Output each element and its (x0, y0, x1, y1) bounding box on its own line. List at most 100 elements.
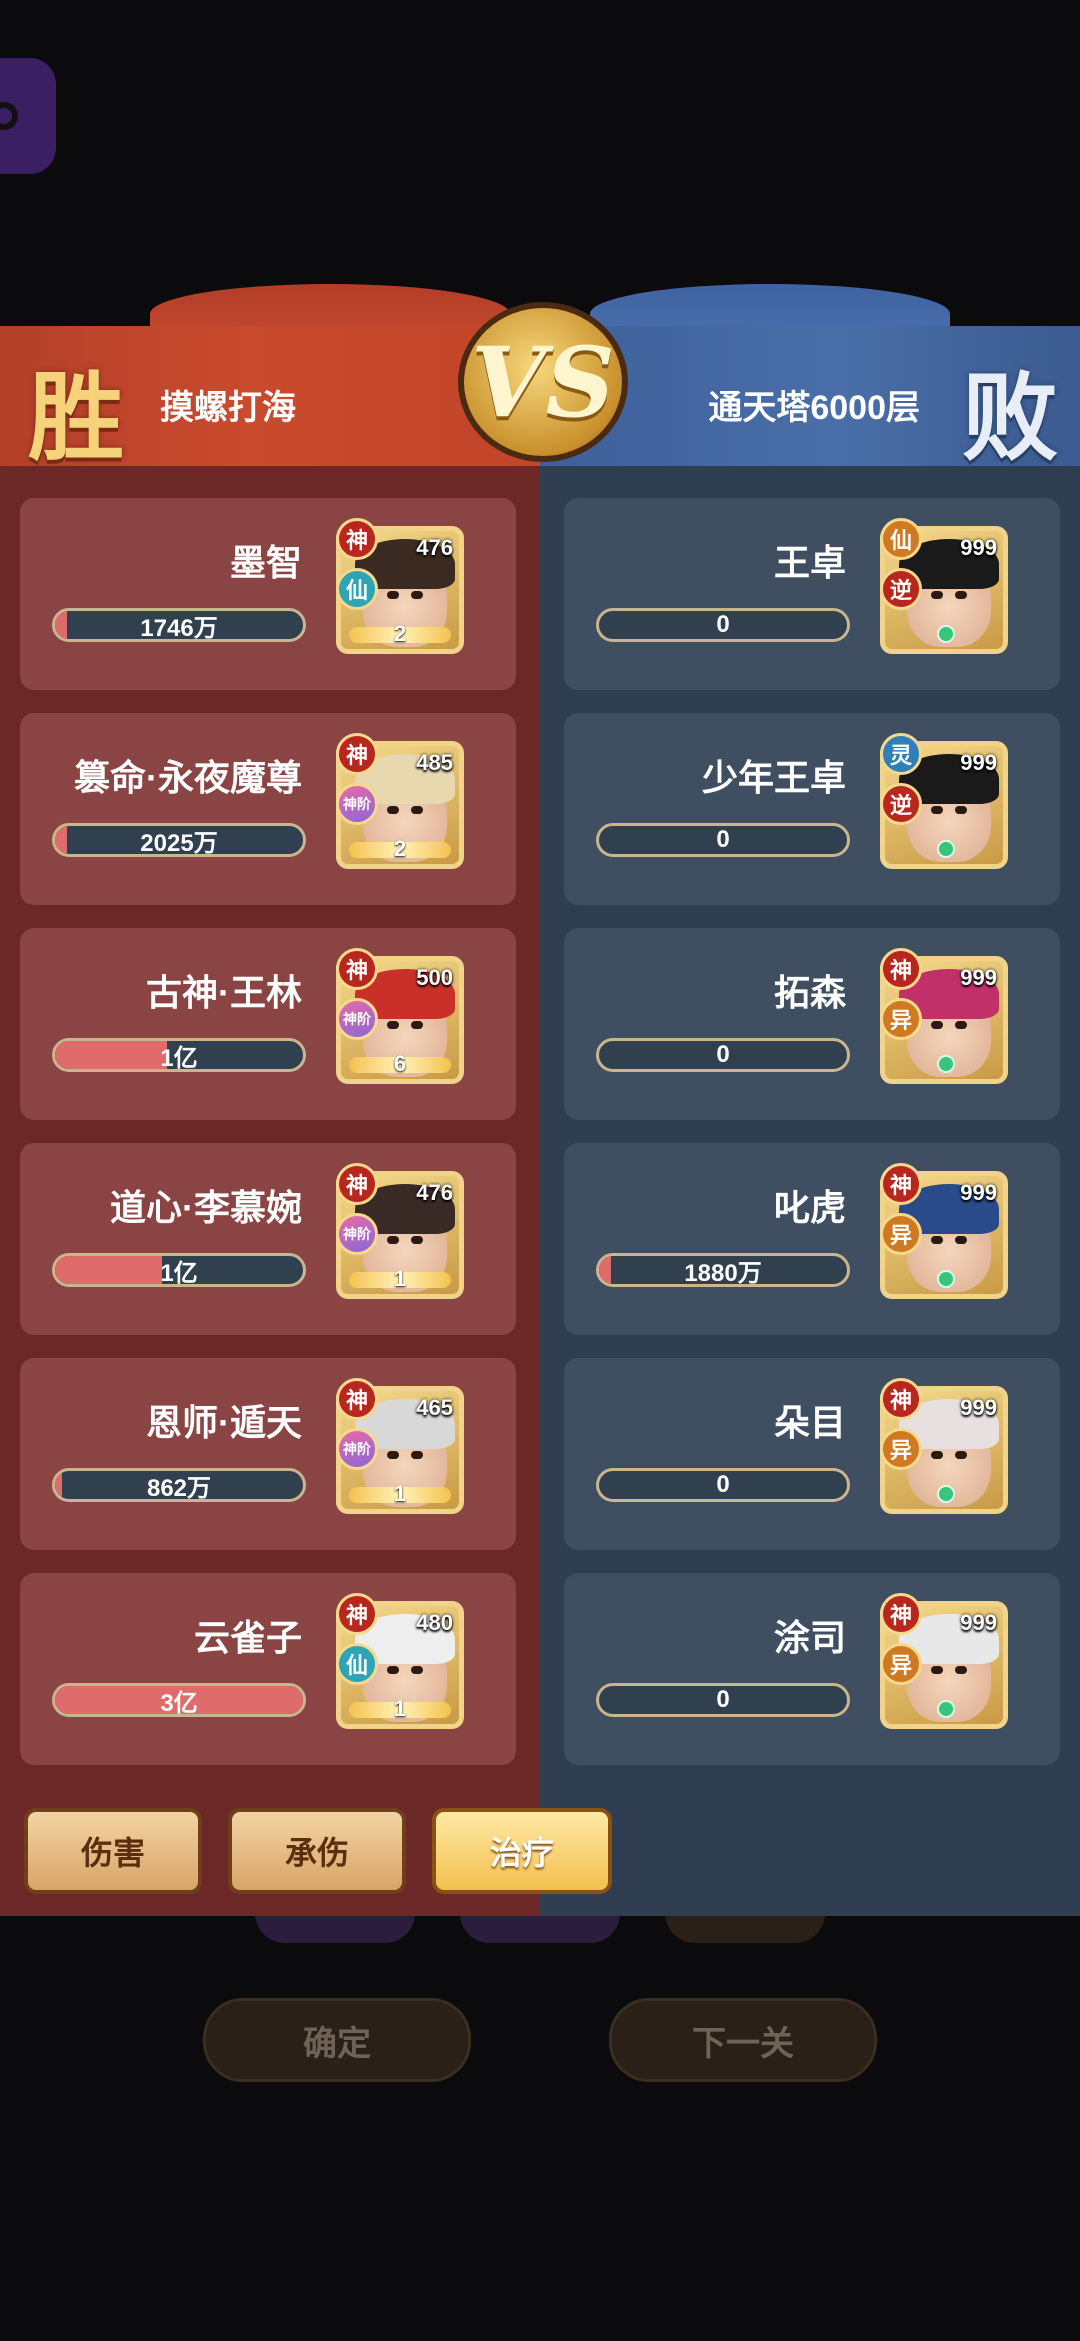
hero-eye (411, 1666, 423, 1674)
hero-eye (387, 1666, 399, 1674)
stat-bar: 0 (596, 1468, 850, 1502)
confirm-button[interactable]: 确定 (203, 1998, 471, 2082)
hero-eye (411, 1451, 423, 1459)
faction-tag: 异 (880, 1428, 922, 1470)
hero-level: 480 (416, 1610, 453, 1635)
rank-tag: 灵 (880, 733, 922, 775)
tab-damage[interactable]: 伤害 (24, 1808, 202, 1894)
rank-tag: 仙 (880, 518, 922, 560)
hero-star-count: 2 (393, 621, 407, 646)
rank-tag: 神 (880, 1593, 922, 1635)
vs-badge: VS (458, 302, 628, 462)
hero-eye (955, 1451, 967, 1459)
stat-bar: 1880万 (596, 1253, 850, 1287)
green-gem-icon (937, 1485, 955, 1503)
winner-hero-card: 篡命·永夜魔尊 2025万 485 2 神神阶 (20, 713, 516, 905)
faction-tag: 神阶 (336, 998, 378, 1040)
hero-eye (387, 1021, 399, 1029)
faction-tag: 仙 (336, 568, 378, 610)
hero-level: 476 (416, 1180, 453, 1205)
stat-bar: 0 (596, 823, 850, 857)
hero-name: 道心·李慕婉 (110, 1187, 302, 1228)
hero-level: 999 (960, 965, 997, 990)
stat-value: 1亿 (160, 1044, 198, 1072)
stat-bar: 862万 (52, 1468, 306, 1502)
winner-hero-card: 恩师·遁天 862万 465 1 神神阶 (20, 1358, 516, 1550)
hero-level: 999 (960, 1180, 997, 1205)
hero-star-count: 1 (393, 1481, 407, 1506)
rank-tag: 神 (336, 948, 378, 990)
side-menu-button[interactable] (0, 58, 56, 174)
winner-hero-card: 道心·李慕婉 1亿 476 1 神神阶 (20, 1143, 516, 1335)
rank-tag: 神 (336, 1378, 378, 1420)
stat-value: 862万 (146, 1474, 212, 1502)
loser-hero-card: 叱虎 1880万 999 神异 (564, 1143, 1060, 1335)
loser-hero-card: 王卓 0 999 仙逆 (564, 498, 1060, 690)
hero-eye (411, 1021, 423, 1029)
loser-hero-card: 拓森 0 999 神异 (564, 928, 1060, 1120)
loser-hero-card: 涂司 0 999 神异 (564, 1573, 1060, 1765)
hero-eye (387, 1451, 399, 1459)
hero-name: 古神·王林 (146, 972, 302, 1013)
hero-level: 999 (960, 1395, 997, 1420)
hero-eye (931, 1236, 943, 1244)
lose-mark: 败 (962, 361, 1058, 474)
stat-value: 0 (716, 1471, 730, 1498)
stat-bar: 3亿 (52, 1683, 306, 1717)
green-gem-icon (937, 625, 955, 643)
hero-eye (955, 591, 967, 599)
hero-name: 朵目 (773, 1402, 846, 1443)
hero-name: 云雀子 (193, 1617, 302, 1658)
stat-value: 0 (716, 1686, 730, 1713)
stat-bar: 1746万 (52, 608, 306, 642)
hero-star-count: 2 (393, 836, 407, 861)
rank-tag: 神 (880, 1378, 922, 1420)
stat-bar: 1亿 (52, 1253, 306, 1287)
hero-level: 500 (416, 965, 453, 990)
faction-tag: 神阶 (336, 783, 378, 825)
rank-tag: 神 (880, 948, 922, 990)
faction-tag: 神阶 (336, 1428, 378, 1470)
hero-eye (955, 1021, 967, 1029)
hero-eye (411, 1236, 423, 1244)
stat-bar: 2025万 (52, 823, 306, 857)
winner-hero-card: 云雀子 3亿 480 1 神仙 (20, 1573, 516, 1765)
hero-star-count: 6 (393, 1051, 407, 1076)
hero-name: 拓森 (773, 972, 846, 1013)
hero-name: 涂司 (773, 1617, 846, 1658)
faction-tag: 异 (880, 1213, 922, 1255)
stat-value: 1746万 (140, 614, 218, 642)
next-level-button[interactable]: 下一关 (609, 1998, 877, 2082)
stat-bar: 1亿 (52, 1038, 306, 1072)
green-gem-icon (937, 840, 955, 858)
hero-eye (955, 806, 967, 814)
tab-healing[interactable]: 治疗 (432, 1808, 612, 1894)
tab-damage-taken[interactable]: 承伤 (228, 1808, 406, 1894)
rank-tag: 神 (336, 733, 378, 775)
hero-level: 485 (416, 750, 453, 775)
hero-eye (931, 1666, 943, 1674)
green-gem-icon (937, 1270, 955, 1288)
winner-team-name: 摸螺打海 (160, 389, 296, 427)
hero-eye (931, 591, 943, 599)
loser-hero-card: 朵目 0 999 神异 (564, 1358, 1060, 1550)
menu-ring-icon (0, 102, 18, 130)
green-gem-icon (937, 1055, 955, 1073)
battle-result-header: 胜 摸螺打海 通天塔6000层 败 VS (0, 284, 1080, 474)
hero-level: 999 (960, 535, 997, 560)
win-mark: 胜 (28, 361, 124, 474)
faction-tag: 逆 (880, 568, 922, 610)
hero-level: 999 (960, 750, 997, 775)
faction-tag: 神阶 (336, 1213, 378, 1255)
hero-name: 叱虎 (773, 1187, 846, 1228)
rank-tag: 神 (336, 518, 378, 560)
faction-tag: 异 (880, 998, 922, 1040)
hero-name: 篡命·永夜魔尊 (74, 757, 302, 798)
hero-eye (387, 806, 399, 814)
hero-name: 少年王卓 (701, 757, 846, 798)
stat-value: 1880万 (684, 1259, 762, 1287)
stat-value: 2025万 (140, 829, 218, 857)
stat-value: 0 (716, 826, 730, 853)
winner-hero-card: 古神·王林 1亿 500 6 神神阶 (20, 928, 516, 1120)
hero-name: 恩师·遁天 (146, 1402, 302, 1443)
